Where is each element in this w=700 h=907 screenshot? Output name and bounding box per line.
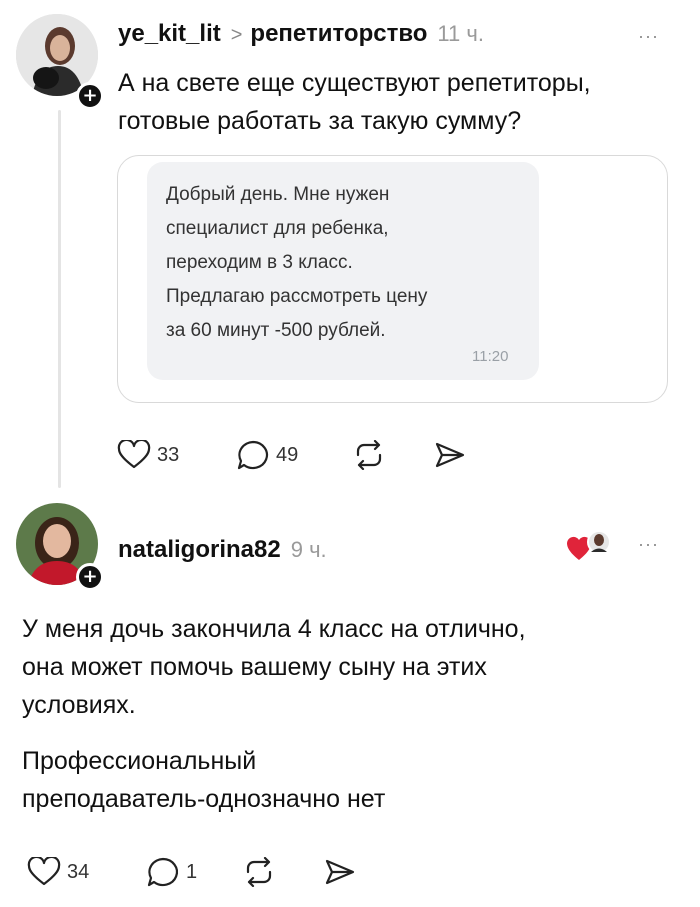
reply-text: У меня дочь закончила 4 класс на отлично… (22, 610, 682, 818)
liked-by-author-badge (566, 528, 612, 564)
repost-icon (356, 440, 382, 470)
comment-count: 49 (276, 443, 299, 466)
more-options-button[interactable]: ··· (638, 26, 659, 47)
heart-filled-icon (567, 530, 611, 560)
comment-bubble-icon (237, 440, 269, 470)
reply-more-options-button[interactable]: ··· (638, 534, 659, 555)
post-text: А на свете еще существуют репетиторы, го… (118, 64, 688, 140)
message-time: 11:20 (472, 348, 509, 365)
message-line: Предлагаю рассмотреть цену (166, 286, 428, 307)
reply-text-line: она может помочь вашему сыну на этих (22, 653, 487, 681)
repost-button[interactable] (352, 440, 386, 470)
post-time: 11 ч. (437, 21, 484, 46)
reply-time: 9 ч. (290, 537, 327, 562)
post-username[interactable]: ye_kit_lit (118, 20, 221, 48)
reply-username[interactable]: nataligorina82 (118, 536, 281, 564)
heart-outline-icon (117, 440, 151, 469)
message-line: переходим в 3 класс. (166, 252, 353, 273)
topic-link[interactable]: репетиторство (250, 20, 427, 48)
send-icon (325, 859, 355, 885)
message-line: Добрый день. Мне нужен (166, 184, 390, 205)
reply-text-line: преподаватель-однозначно нет (22, 785, 386, 813)
send-icon (435, 442, 465, 468)
message-line: за 60 минут -500 рублей. (166, 320, 386, 341)
reply-like-button[interactable]: 34 (27, 857, 89, 887)
comment-bubble-icon (147, 857, 179, 887)
share-button[interactable] (433, 440, 467, 470)
breadcrumb-separator: > (230, 24, 243, 46)
reply-like-count: 34 (67, 860, 90, 883)
reply-text-line: условиях. (22, 691, 136, 719)
thread-line (58, 110, 61, 488)
like-button[interactable]: 33 (117, 440, 179, 470)
repost-icon (246, 857, 272, 887)
reply-text-line: У меня дочь закончила 4 класс на отлично… (22, 615, 526, 643)
reply-text-line: Профессиональный (22, 747, 257, 775)
post-text-line: А на свете еще существуют репетиторы, (118, 69, 591, 97)
message-line: специалист для ребенка, (166, 218, 389, 239)
reply-share-button[interactable] (323, 857, 357, 887)
reply-comment-count: 1 (186, 860, 198, 883)
comment-button[interactable]: 49 (236, 439, 298, 471)
post-text-line: готовые работать за такую сумму? (118, 107, 522, 135)
message-text: Добрый день. Мне нужен специалист для ре… (166, 178, 526, 348)
reply-comment-button[interactable]: 1 (146, 856, 197, 888)
reply-follow-button[interactable]: + (76, 563, 104, 591)
heart-outline-icon (27, 857, 61, 886)
reply-repost-button[interactable] (242, 857, 276, 887)
follow-button[interactable]: + (76, 82, 104, 110)
like-count: 33 (157, 443, 180, 466)
